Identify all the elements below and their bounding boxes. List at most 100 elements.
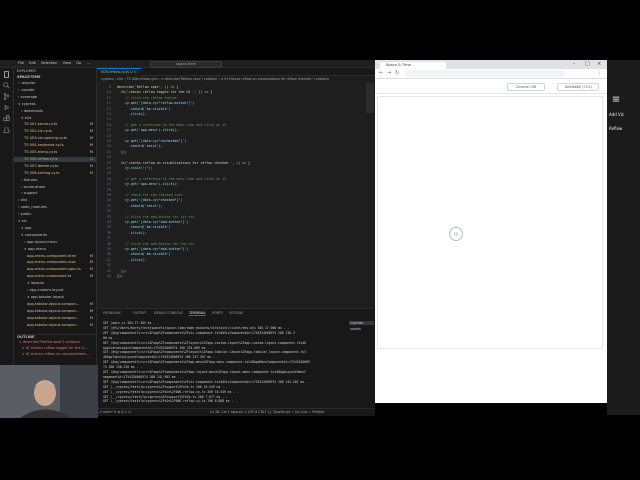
maximize-icon[interactable]: □ xyxy=(585,61,590,67)
file-tree-item[interactable]: ∨ cypress xyxy=(14,102,96,108)
menu-more[interactable]: … xyxy=(86,60,90,67)
file-tree-item[interactable]: › fixtures xyxy=(14,178,96,184)
extensions-icon[interactable] xyxy=(3,115,10,122)
address-bar[interactable] xyxy=(405,70,565,77)
code-line[interactable]: .click(); xyxy=(117,231,147,235)
file-tree-item[interactable]: › coverage xyxy=(14,95,96,101)
file-tree-item[interactable]: ∨ app xyxy=(14,226,96,232)
code-line[interactable]: cy.get('[data-cy="add-button"]') xyxy=(117,247,189,251)
file-tree-item[interactable]: TS 007-delete.cy.ts M xyxy=(14,164,96,170)
code-line[interactable]: cy.get('[data-cy="unchecked"]') xyxy=(117,139,187,143)
file-tree-item[interactable]: › dist xyxy=(14,198,96,204)
reflow-button[interactable]: Reflow xyxy=(609,126,639,131)
status-right[interactable]: Ln 38, Col 1 Spaces: 2 UTF-8 CRLF {} Typ… xyxy=(210,409,324,416)
panel-tab-terminal[interactable]: TERMINAL xyxy=(189,311,206,316)
file-tree-item[interactable]: › .angular xyxy=(14,81,96,87)
code-line[interactable]: // get a reference to the menu icon and … xyxy=(117,123,226,127)
code-line[interactable]: // get a reference to the menu icon and … xyxy=(117,177,226,181)
menu-selection[interactable]: Selection xyxy=(41,60,57,67)
code-editor[interactable]: 9 describe('Reflow spec', () => {10 it('c… xyxy=(97,83,367,303)
browser-tab[interactable]: Space & Time xyxy=(380,62,446,69)
search-icon[interactable] xyxy=(3,82,10,89)
file-tree-item[interactable]: app-tabular-layout.compon… M xyxy=(14,323,96,329)
file-tree-item[interactable]: app-tabular-layout.compon… M xyxy=(14,309,96,315)
close-icon[interactable]: × xyxy=(597,61,601,67)
tab-006-reflow[interactable]: 006-reflow.cy.ts U × xyxy=(97,68,141,76)
file-tree-item[interactable]: app-menu.component.html M xyxy=(14,254,96,260)
code-line[interactable]: .click(); xyxy=(117,112,147,116)
menu-view[interactable]: View xyxy=(63,60,71,67)
testing-icon[interactable] xyxy=(3,126,10,133)
code-line[interactable]: .should('be.visible') xyxy=(117,252,171,256)
file-tree-item[interactable]: › public xyxy=(14,212,96,218)
file-tree-item[interactable]: TS 003-viz-spacing.cy.ts M xyxy=(14,136,96,142)
code-line[interactable]: cy.get('app-menu').click(); xyxy=(117,128,179,132)
file-tree-item[interactable]: ∨ app-menu xyxy=(14,247,96,253)
terminal-instance-cypress[interactable]: Cypress xyxy=(349,321,374,325)
terminal-instance-nodejs[interactable]: nodejs xyxy=(349,327,374,331)
back-icon[interactable]: ← xyxy=(379,70,383,76)
code-line[interactable]: cy.get('[data-cy="add-button"]') xyxy=(117,220,189,224)
run-debug-icon[interactable] xyxy=(3,104,10,111)
command-center[interactable]: space-time xyxy=(150,61,222,68)
code-line[interactable]: cy.get('[data-cy="reflow-button"]') xyxy=(117,101,194,105)
app-under-test[interactable] xyxy=(378,97,602,348)
code-line[interactable]: }); xyxy=(117,269,127,273)
file-tree-item[interactable]: TS 002-viz.cy.ts M xyxy=(14,129,96,135)
add-viz-button[interactable]: Add Viz xyxy=(609,112,639,117)
panel-tab-output[interactable]: OUTPUT xyxy=(133,311,146,315)
file-tree-item[interactable]: ∨ layouts xyxy=(14,281,96,287)
code-line[interactable]: .should('be.visible') xyxy=(117,107,171,111)
panel-tab-problems[interactable]: PROBLEMS xyxy=(103,311,121,315)
file-tree-item[interactable]: TS 006-reflow.cy.ts U xyxy=(14,156,96,163)
file-tree-item[interactable]: TS 005-menu.cy.ts M xyxy=(14,150,96,156)
file-tree-item[interactable]: › .vscode xyxy=(14,88,96,94)
file-tree-item[interactable]: TS 008-sorting.cy.ts M xyxy=(14,171,96,177)
panel-tab-gitlens[interactable]: GITLENS xyxy=(229,311,243,315)
minimap[interactable] xyxy=(365,83,375,303)
browser-selector[interactable]: Chrome 138 xyxy=(507,83,545,91)
source-control-icon[interactable] xyxy=(3,93,10,100)
code-line[interactable]: it('checks reflow toggle for the UI ', (… xyxy=(117,90,212,94)
outline-item[interactable]: ∨ describe('Reflow spec') callback xyxy=(19,340,101,346)
file-tree-item[interactable]: app-menu.component.scss M xyxy=(14,260,96,266)
file-tree-item[interactable]: app-tabular-layout.compon… M xyxy=(14,302,96,308)
code-line[interactable]: cy.visit('/'); xyxy=(117,166,153,170)
file-tree-item[interactable]: › support xyxy=(14,191,96,197)
hamburger-menu-icon[interactable] xyxy=(612,95,620,103)
code-line[interactable]: // click the reflow button xyxy=(117,96,177,100)
breadcrumb[interactable]: cypress › e2e › TS 006-reflow.cy.ts › ⊙ … xyxy=(97,76,379,82)
file-tree-item[interactable]: TS 004-keyboard.cy.ts M xyxy=(14,143,96,149)
file-tree-item[interactable]: › app-custom-layout xyxy=(14,288,96,294)
code-line[interactable]: cy.get('app-menu').click(); xyxy=(117,182,179,186)
code-line[interactable]: }); xyxy=(117,274,123,278)
outline-item[interactable]: ∨ it('checks reflow toggle for the U… xyxy=(22,346,104,352)
code-line[interactable]: cy.get('[data-cy="checked"]') xyxy=(117,198,183,202)
workspace-section[interactable]: SPACE-TIME xyxy=(17,75,99,81)
minimize-icon[interactable]: – xyxy=(573,61,576,67)
file-tree-item[interactable]: app-menu.component.spec.ts M xyxy=(14,267,96,273)
status-left[interactable]: ⎇ main* ⟳ ⊗ 0 ⚠ 0 xyxy=(98,409,131,416)
file-tree-item[interactable]: ∨ components xyxy=(14,233,96,239)
reload-icon[interactable]: ↻ xyxy=(395,70,399,76)
file-tree-item[interactable]: › app-layout-menu xyxy=(14,240,96,246)
code-line[interactable]: // click the add-button for 2nd viz xyxy=(117,242,194,246)
file-tree-item[interactable]: ∨ e2e xyxy=(14,116,96,122)
code-line[interactable]: .should('be.visible') xyxy=(117,225,171,229)
explorer-icon[interactable] xyxy=(3,71,10,78)
file-tree-item[interactable]: › node_modules xyxy=(14,205,96,211)
menu-go[interactable]: Go xyxy=(76,60,81,67)
file-tree-item[interactable]: › screenshots xyxy=(14,185,96,191)
code-line[interactable]: .should('exist'); xyxy=(117,144,163,148)
code-line[interactable]: }); xyxy=(117,150,127,154)
code-line[interactable]: // check for the checked icon xyxy=(117,193,183,197)
file-tree-item[interactable]: › downloads xyxy=(14,109,96,115)
panel-tab-debug-console[interactable]: DEBUG CONSOLE xyxy=(154,311,183,315)
code-line[interactable]: it('checks reflow on visualizations for … xyxy=(117,161,250,165)
menu-icon[interactable]: ⋮ xyxy=(597,70,602,76)
file-tree-item[interactable]: TS 001-home.cy.ts M xyxy=(14,122,96,128)
file-tree-item[interactable]: ∨ src xyxy=(14,219,96,225)
outline-item[interactable]: ∨ it('checks reflow on visualizations… xyxy=(22,352,104,358)
menu-edit[interactable]: Edit xyxy=(29,60,36,67)
code-line[interactable]: // click the add-button for 1st viz xyxy=(117,215,194,219)
